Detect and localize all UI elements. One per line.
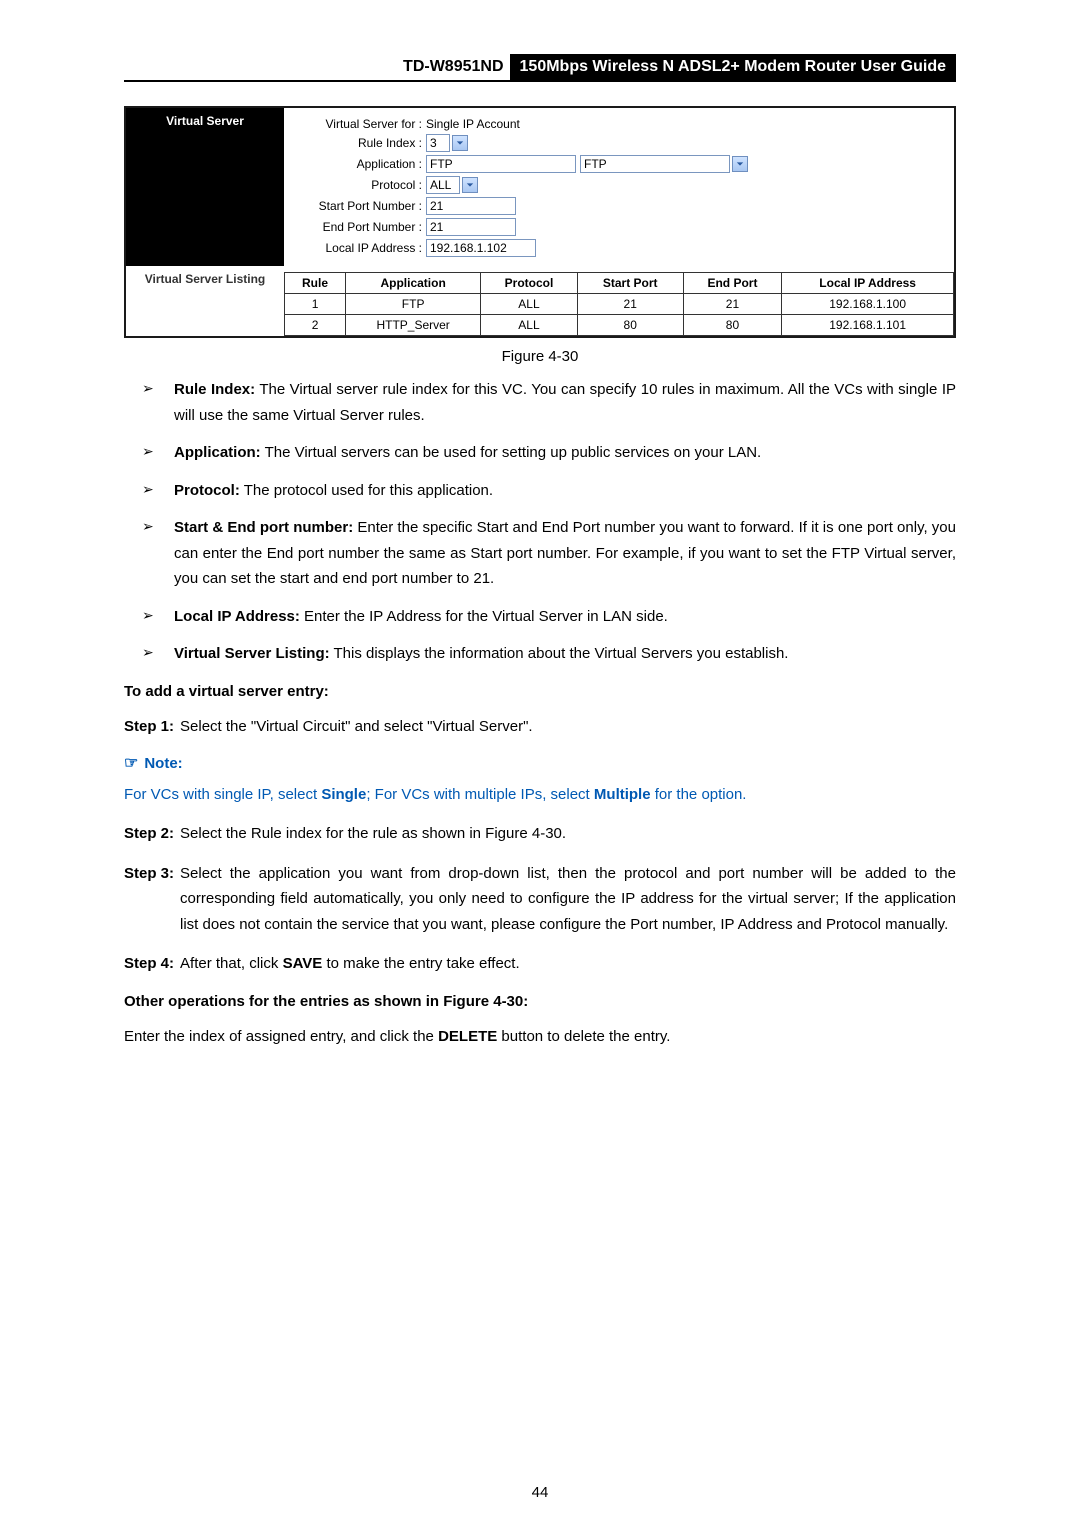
step-text: Select the application you want from dro… bbox=[180, 861, 956, 938]
col-end-port: End Port bbox=[683, 273, 782, 294]
col-local-ip: Local IP Address bbox=[782, 273, 954, 294]
cell-app: HTTP_Server bbox=[346, 315, 481, 336]
step4-pre: After that, click bbox=[180, 955, 283, 972]
bullet-text: The Virtual servers can be used for sett… bbox=[261, 444, 762, 461]
cell-rule: 1 bbox=[285, 294, 346, 315]
sidebar-virtual-server: Virtual Server bbox=[126, 108, 284, 266]
end-port-label: End Port Number : bbox=[292, 220, 426, 234]
note-bold: Single bbox=[321, 786, 366, 803]
document-header: TD-W8951ND 150Mbps Wireless N ADSL2+ Mod… bbox=[124, 54, 956, 82]
bullet-text: Enter the IP Address for the Virtual Ser… bbox=[300, 608, 668, 625]
note-part: ; For VCs with multiple IPs, select bbox=[366, 786, 594, 803]
start-port-label: Start Port Number : bbox=[292, 199, 426, 213]
bullet-text: This displays the information about the … bbox=[330, 645, 789, 662]
chevron-down-icon bbox=[732, 156, 748, 172]
step4-bold: SAVE bbox=[283, 955, 323, 972]
page-number: 44 bbox=[0, 1484, 1080, 1501]
other-heading: Other operations for the entries as show… bbox=[124, 993, 956, 1010]
protocol-value: ALL bbox=[426, 176, 460, 194]
start-port-input[interactable]: 21 bbox=[426, 197, 516, 215]
cell-start: 80 bbox=[577, 315, 683, 336]
local-ip-label: Local IP Address : bbox=[292, 241, 426, 255]
bullet-title: Application: bbox=[174, 444, 261, 461]
chevron-down-icon bbox=[452, 135, 468, 151]
bullet-rule-index: Rule Index: The Virtual server rule inde… bbox=[124, 377, 956, 428]
step-3: Step 3: Select the application you want … bbox=[124, 861, 956, 938]
protocol-select[interactable]: ALL bbox=[426, 176, 478, 194]
cell-rule: 2 bbox=[285, 315, 346, 336]
cell-proto: ALL bbox=[481, 315, 578, 336]
step-2: Step 2: Select the Rule index for the ru… bbox=[124, 821, 956, 847]
bullet-title: Rule Index: bbox=[174, 381, 255, 398]
cell-ip: 192.168.1.100 bbox=[782, 294, 954, 315]
other-pre: Enter the index of assigned entry, and c… bbox=[124, 1028, 438, 1045]
step-label: Step 1: bbox=[124, 714, 174, 740]
note-part: for the option. bbox=[651, 786, 747, 803]
step-label: Step 4: bbox=[124, 951, 174, 977]
col-application: Application bbox=[346, 273, 481, 294]
bullet-title: Virtual Server Listing: bbox=[174, 645, 330, 662]
virtual-server-table: Rule Application Protocol Start Port End… bbox=[284, 272, 954, 336]
step-label: Step 2: bbox=[124, 821, 174, 847]
sidebar-listing: Virtual Server Listing bbox=[126, 266, 284, 336]
vs-for-value: Single IP Account bbox=[426, 117, 520, 131]
bullet-text: The Virtual server rule index for this V… bbox=[174, 381, 956, 424]
bullet-protocol: Protocol: The protocol used for this app… bbox=[124, 478, 956, 504]
vs-for-label: Virtual Server for : bbox=[292, 117, 426, 131]
step-4: Step 4: After that, click SAVE to make t… bbox=[124, 951, 956, 977]
application-input[interactable]: FTP bbox=[426, 155, 576, 173]
protocol-label: Protocol : bbox=[292, 178, 426, 192]
note-bold: Multiple bbox=[594, 786, 651, 803]
cell-ip: 192.168.1.101 bbox=[782, 315, 954, 336]
local-ip-input[interactable]: 192.168.1.102 bbox=[426, 239, 536, 257]
cell-proto: ALL bbox=[481, 294, 578, 315]
rule-index-label: Rule Index : bbox=[292, 136, 426, 150]
col-start-port: Start Port bbox=[577, 273, 683, 294]
table-row: 2 HTTP_Server ALL 80 80 192.168.1.101 bbox=[285, 315, 954, 336]
step-text: Select the Rule index for the rule as sh… bbox=[180, 821, 956, 847]
bullet-localip: Local IP Address: Enter the IP Address f… bbox=[124, 604, 956, 630]
rule-index-select[interactable]: 3 bbox=[426, 134, 468, 152]
bullet-title: Local IP Address: bbox=[174, 608, 300, 625]
col-protocol: Protocol bbox=[481, 273, 578, 294]
step-text: Select the "Virtual Circuit" and select … bbox=[180, 714, 956, 740]
virtual-server-panel: Virtual Server Virtual Server for : Sing… bbox=[124, 106, 956, 338]
application-label: Application : bbox=[292, 157, 426, 171]
other-post: button to delete the entry. bbox=[497, 1028, 670, 1045]
note-label: Note: bbox=[144, 755, 182, 772]
chevron-down-icon bbox=[462, 177, 478, 193]
header-model: TD-W8951ND bbox=[397, 54, 509, 80]
end-port-input[interactable]: 21 bbox=[426, 218, 516, 236]
cell-end: 80 bbox=[683, 315, 782, 336]
col-rule: Rule bbox=[285, 273, 346, 294]
bullet-title: Protocol: bbox=[174, 482, 240, 499]
add-heading: To add a virtual server entry: bbox=[124, 683, 956, 700]
hand-point-icon: ☞ bbox=[124, 753, 138, 773]
note-part: For VCs with single IP, select bbox=[124, 786, 321, 803]
application-select-value: FTP bbox=[580, 155, 730, 173]
bullet-port: Start & End port number: Enter the speci… bbox=[124, 515, 956, 592]
other-paragraph: Enter the index of assigned entry, and c… bbox=[124, 1024, 956, 1050]
step-label: Step 3: bbox=[124, 861, 174, 938]
cell-start: 21 bbox=[577, 294, 683, 315]
bullet-application: Application: The Virtual servers can be … bbox=[124, 440, 956, 466]
note-body: For VCs with single IP, select Single; F… bbox=[124, 783, 956, 807]
cell-end: 21 bbox=[683, 294, 782, 315]
table-header-row: Rule Application Protocol Start Port End… bbox=[285, 273, 954, 294]
table-row: 1 FTP ALL 21 21 192.168.1.100 bbox=[285, 294, 954, 315]
cell-app: FTP bbox=[346, 294, 481, 315]
step-1: Step 1: Select the "Virtual Circuit" and… bbox=[124, 714, 956, 740]
rule-index-value: 3 bbox=[426, 134, 450, 152]
other-bold: DELETE bbox=[438, 1028, 497, 1045]
bullet-title: Start & End port number: bbox=[174, 519, 353, 536]
application-select[interactable]: FTP bbox=[580, 155, 748, 173]
step4-post: to make the entry take effect. bbox=[322, 955, 519, 972]
bullet-text: The protocol used for this application. bbox=[240, 482, 493, 499]
step-text: After that, click SAVE to make the entry… bbox=[180, 951, 956, 977]
header-title: 150Mbps Wireless N ADSL2+ Modem Router U… bbox=[510, 54, 956, 80]
figure-caption: Figure 4-30 bbox=[124, 348, 956, 365]
bullet-listing: Virtual Server Listing: This displays th… bbox=[124, 641, 956, 667]
feature-bullets: Rule Index: The Virtual server rule inde… bbox=[124, 377, 956, 667]
note-heading: ☞ Note: bbox=[124, 753, 956, 773]
